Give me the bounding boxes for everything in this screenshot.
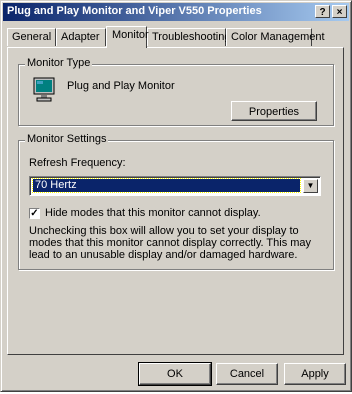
monitor-tab-panel: Monitor Type Plug and Play Monitor Prope… bbox=[7, 47, 344, 355]
properties-dialog: Plug and Play Monitor and Viper V550 Pro… bbox=[0, 0, 352, 392]
properties-button[interactable]: Properties bbox=[231, 101, 317, 121]
window-title: Plug and Play Monitor and Viper V550 Pro… bbox=[7, 5, 262, 17]
chevron-down-icon[interactable]: ▼ bbox=[303, 179, 318, 193]
monitor-settings-group: Monitor Settings Refresh Frequency: 70 H… bbox=[18, 133, 334, 270]
apply-button[interactable]: Apply bbox=[284, 363, 346, 385]
ok-button[interactable]: OK bbox=[138, 362, 212, 386]
hide-modes-label[interactable]: Hide modes that this monitor cannot disp… bbox=[45, 207, 261, 219]
monitor-icon bbox=[33, 77, 55, 103]
title-bar[interactable]: Plug and Play Monitor and Viper V550 Pro… bbox=[3, 3, 349, 21]
help-button[interactable]: ? bbox=[315, 5, 330, 18]
refresh-frequency-value: 70 Hertz bbox=[32, 178, 301, 193]
tab-color-management[interactable]: Color Management bbox=[226, 28, 325, 46]
monitor-name: Plug and Play Monitor bbox=[67, 80, 175, 92]
tab-adapter[interactable]: Adapter bbox=[56, 28, 106, 46]
cancel-button[interactable]: Cancel bbox=[216, 363, 278, 385]
tab-troubleshooting[interactable]: Troubleshooting bbox=[147, 28, 230, 46]
warning-description: Unchecking this box will allow you to se… bbox=[29, 225, 312, 261]
hide-modes-checkbox[interactable]: ✓ bbox=[29, 208, 40, 219]
tab-monitor[interactable]: Monitor bbox=[106, 26, 149, 48]
tab-strip: General Adapter Monitor Troubleshooting … bbox=[7, 26, 347, 48]
monitor-type-label: Monitor Type bbox=[25, 57, 93, 69]
refresh-frequency-label: Refresh Frequency: bbox=[29, 157, 126, 169]
monitor-type-group: Monitor Type Plug and Play Monitor Prope… bbox=[18, 57, 334, 126]
refresh-frequency-select[interactable]: 70 Hertz ▼ bbox=[29, 176, 321, 196]
monitor-settings-label: Monitor Settings bbox=[25, 133, 109, 145]
tab-general[interactable]: General bbox=[7, 28, 56, 46]
close-button[interactable]: × bbox=[332, 5, 347, 18]
